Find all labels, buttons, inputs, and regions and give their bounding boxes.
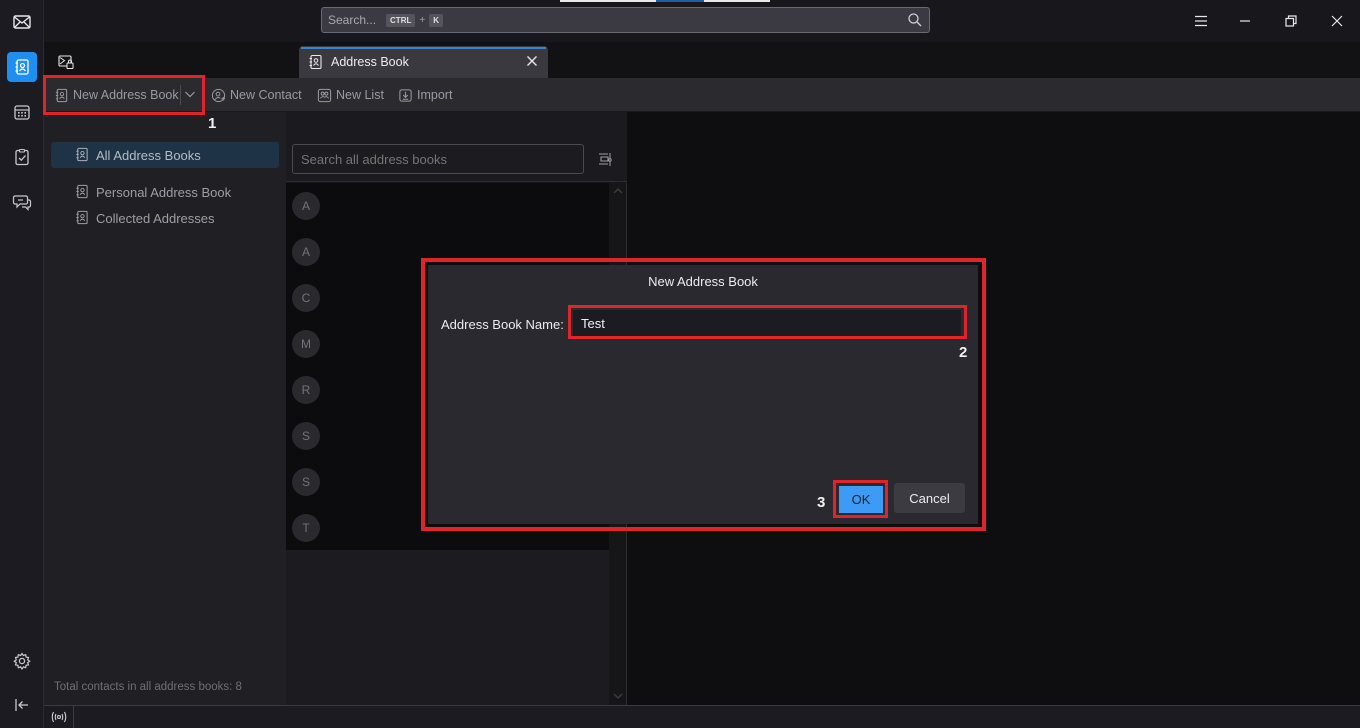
list-display-options-icon[interactable]: [597, 152, 612, 167]
annotation-number-1: 1: [208, 115, 217, 132]
book-label: All Address Books: [96, 147, 201, 163]
calendar-icon: [14, 105, 30, 120]
contact-avatar[interactable]: T: [292, 514, 320, 542]
minimize-button[interactable]: [1232, 8, 1258, 34]
address-book-icon: [309, 54, 322, 70]
annotation-number-3: 3: [817, 494, 826, 511]
import-icon: [399, 88, 412, 102]
chat-space-button[interactable]: [7, 187, 37, 217]
contact-avatar[interactable]: C: [292, 284, 320, 312]
address-book-icon: [76, 184, 88, 199]
tab-address-book[interactable]: Address Book: [299, 46, 548, 78]
chat-icon: [12, 195, 32, 211]
close-window-button[interactable]: [1324, 8, 1350, 34]
restore-button[interactable]: [1278, 8, 1304, 34]
annotation-box-step-3: [833, 480, 888, 518]
minimize-icon: [1240, 20, 1250, 22]
import-button[interactable]: Import: [398, 85, 452, 105]
online-status-icon[interactable]: [50, 710, 68, 724]
close-tab-icon[interactable]: [524, 53, 540, 69]
book-label: Personal Address Book: [96, 184, 232, 200]
scroll-down-icon[interactable]: [611, 690, 625, 702]
gear-icon: [13, 652, 31, 670]
settings-button[interactable]: [7, 646, 37, 676]
contact-avatar[interactable]: R: [292, 376, 320, 404]
address-book-icon: [76, 147, 88, 162]
calendar-space-button[interactable]: [7, 97, 37, 127]
annotation-number-2: 2: [959, 344, 968, 361]
new-contact-label: New Contact: [230, 88, 302, 102]
new-list-button[interactable]: New List: [317, 85, 384, 105]
compose-lock-icon[interactable]: [58, 55, 74, 69]
collapse-icon: [15, 699, 28, 711]
contact-avatar[interactable]: M: [292, 330, 320, 358]
new-list-label: New List: [336, 88, 384, 102]
tab-bar: [44, 42, 1360, 78]
contact-avatar[interactable]: A: [292, 238, 320, 266]
total-contacts-text: Total contacts in all address books: 8: [54, 681, 242, 693]
new-list-icon: [317, 88, 332, 102]
menu-icon: [1195, 15, 1207, 27]
top-strip-accent: [656, 0, 704, 2]
address-book-icon: [15, 59, 29, 75]
search-address-books-input[interactable]: [292, 144, 584, 174]
address-book-icon: [76, 210, 88, 225]
active-tab-indicator: [301, 47, 546, 49]
collapse-spaces-button[interactable]: [7, 690, 37, 720]
search-icon[interactable]: [907, 12, 923, 28]
annotation-box-step-2: [568, 305, 967, 339]
spaces-toolbar: [0, 0, 44, 728]
book-item-collected-addresses[interactable]: Collected Addresses: [51, 205, 279, 231]
contact-avatar[interactable]: A: [292, 192, 320, 220]
book-item-all-address-books[interactable]: All Address Books: [51, 142, 279, 168]
book-label: Collected Addresses: [96, 210, 215, 226]
new-contact-icon: [211, 88, 226, 102]
mail-icon: [13, 15, 31, 29]
contact-avatar[interactable]: S: [292, 468, 320, 496]
book-item-personal-address-book[interactable]: Personal Address Book: [51, 179, 279, 205]
status-bar: [44, 705, 1360, 728]
annotation-box-step-1: [43, 75, 205, 115]
mail-space-button[interactable]: [7, 7, 37, 37]
contacts-list-empty-area: [286, 550, 609, 705]
tasks-space-button[interactable]: [7, 142, 37, 172]
shortcut-key-ctrl: CTRL: [386, 13, 416, 27]
scroll-up-icon[interactable]: [611, 185, 625, 197]
import-label: Import: [417, 88, 453, 102]
address-book-space-button[interactable]: [7, 52, 37, 82]
contact-avatar[interactable]: S: [292, 422, 320, 450]
global-search-input[interactable]: Search... CTRL + K: [321, 7, 930, 33]
tab-label: Address Book: [331, 55, 409, 69]
app-menu-button[interactable]: [1188, 8, 1214, 34]
shortcut-key-k: K: [429, 13, 443, 27]
new-contact-button[interactable]: New Contact: [211, 85, 302, 105]
shortcut-plus: +: [419, 14, 426, 26]
annotation-box-dialog: [421, 258, 986, 531]
tasks-icon: [15, 148, 29, 166]
close-icon: [1331, 15, 1343, 27]
restore-icon: [1285, 15, 1297, 27]
search-placeholder: Search...: [328, 13, 377, 27]
status-bar-separator: [73, 706, 74, 728]
